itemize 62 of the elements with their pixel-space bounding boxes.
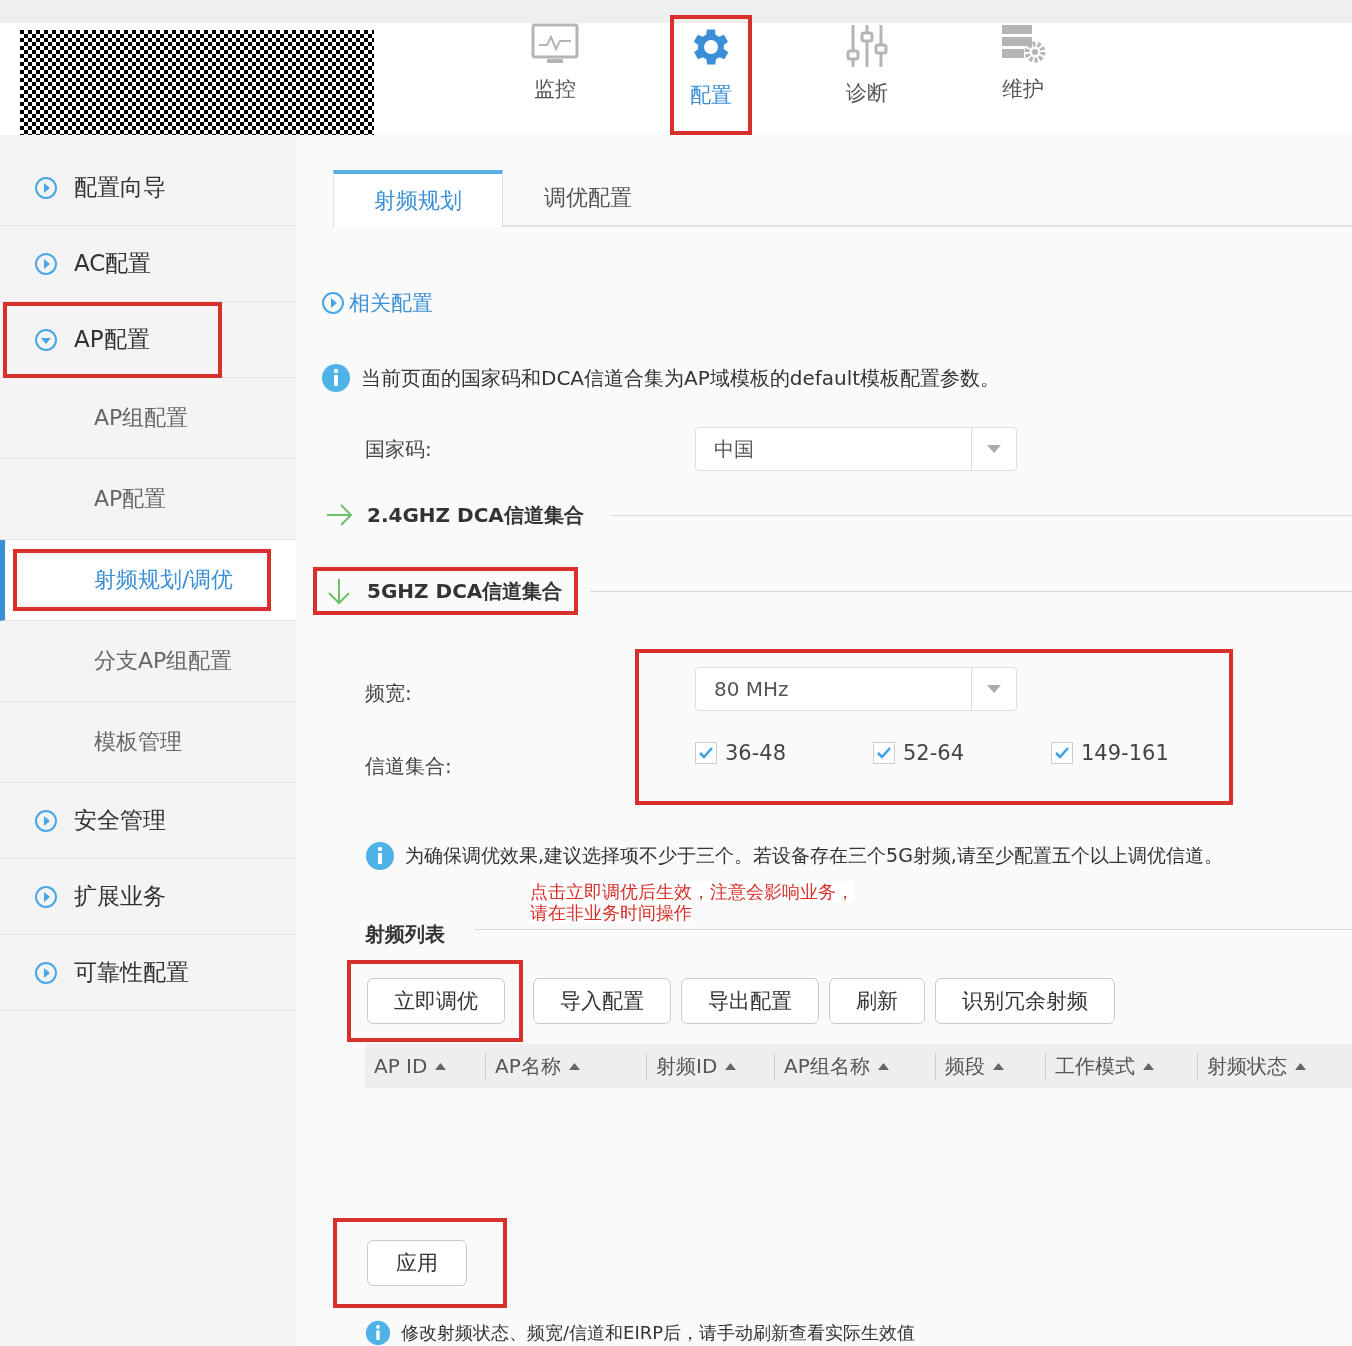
field-label: 频宽:: [365, 680, 413, 707]
tip-text: 为确保调优效果,建议选择项不少于三个。若设备存在三个5G射频,请至少配置五个以上调优信道。: [405, 843, 1223, 868]
check-icon: [698, 746, 714, 760]
collapsed-circle-icon: [321, 291, 345, 315]
sidebar-item[interactable]: 扩展业务: [74, 881, 166, 912]
check-icon: [876, 746, 892, 760]
annotation-note: 点击立即调优后生效，注意会影响业务，: [530, 881, 854, 902]
channel-checkbox[interactable]: 52-64: [873, 741, 1051, 765]
annotation-note: 请在非业务时间操作: [530, 902, 692, 923]
action-button[interactable]: 导出配置: [681, 978, 819, 1024]
sidebar-item[interactable]: AP配置: [74, 324, 150, 355]
column-header[interactable]: AP组名称: [784, 1052, 870, 1080]
sort-icon: [568, 1062, 580, 1070]
bandwidth-select[interactable]: 80 MHz: [695, 667, 1017, 711]
list-title: 射频列表: [365, 921, 445, 948]
sidebar-item[interactable]: AC配置: [74, 248, 152, 279]
monitor-chart-icon: [531, 23, 579, 65]
info-text: 当前页面的国家码和DCA信道合集为AP域模板的default模板配置参数。: [361, 364, 1001, 392]
dropdown-caret-icon: [987, 445, 1001, 453]
action-button[interactable]: 刷新: [829, 978, 925, 1024]
action-button[interactable]: 导入配置: [533, 978, 671, 1024]
channel-checkbox[interactable]: 36-48: [695, 741, 873, 765]
nav-tab[interactable]: 配置: [670, 15, 752, 135]
sidebar-subitem[interactable]: AP配置: [94, 484, 167, 514]
sidebar-item[interactable]: 安全管理: [74, 805, 166, 836]
down-arrow-icon: [325, 577, 353, 605]
sidebar-subitem[interactable]: AP组配置: [94, 403, 189, 433]
column-header[interactable]: AP ID: [374, 1054, 428, 1078]
sort-icon: [1143, 1062, 1154, 1070]
column-header[interactable]: 射频状态: [1207, 1052, 1287, 1080]
apply-button[interactable]: 应用: [367, 1240, 467, 1286]
field-label: 信道集合:: [365, 753, 453, 780]
footer-tip: 修改射频状态、频宽/信道和EIRP后，请手动刷新查看实际生效值: [401, 1321, 916, 1345]
dropdown-caret-icon: [987, 685, 1001, 693]
action-button[interactable]: 识别冗余射频: [935, 978, 1115, 1024]
nav-tab[interactable]: 维护: [982, 15, 1064, 135]
sidebar-item[interactable]: 可靠性配置: [74, 957, 189, 988]
tab[interactable]: 调优配置: [503, 170, 673, 225]
section-header[interactable]: 5GHZ DCA信道集合: [313, 567, 579, 615]
sort-icon: [1295, 1062, 1306, 1070]
sort-icon: [435, 1062, 447, 1070]
info-icon: [365, 841, 395, 871]
column-header[interactable]: 频段: [945, 1052, 985, 1080]
column-header[interactable]: AP名称: [495, 1052, 561, 1080]
sort-icon: [725, 1062, 737, 1070]
section-header[interactable]: 2.4GHZ DCA信道集合: [313, 491, 600, 539]
country-select[interactable]: 中国: [695, 427, 1017, 471]
server-gear-icon: [1000, 23, 1046, 65]
sidebar-item[interactable]: 配置向导: [74, 172, 166, 203]
sort-icon: [993, 1062, 1004, 1070]
column-header[interactable]: 射频ID: [656, 1052, 718, 1080]
nav-tab[interactable]: 诊断: [826, 15, 908, 135]
sidebar-subitem[interactable]: 分支AP组配置: [94, 646, 233, 676]
action-button[interactable]: 立即调优: [367, 978, 505, 1024]
info-icon: [321, 363, 351, 393]
channel-checkbox[interactable]: 149-161: [1051, 741, 1229, 765]
sort-icon: [877, 1062, 889, 1070]
column-header[interactable]: 工作模式: [1055, 1052, 1135, 1080]
field-label: 国家码:: [365, 435, 433, 463]
nav-tab[interactable]: 监控: [514, 15, 596, 135]
check-icon: [1054, 746, 1070, 760]
sidebar-subitem[interactable]: 模板管理: [94, 727, 182, 757]
